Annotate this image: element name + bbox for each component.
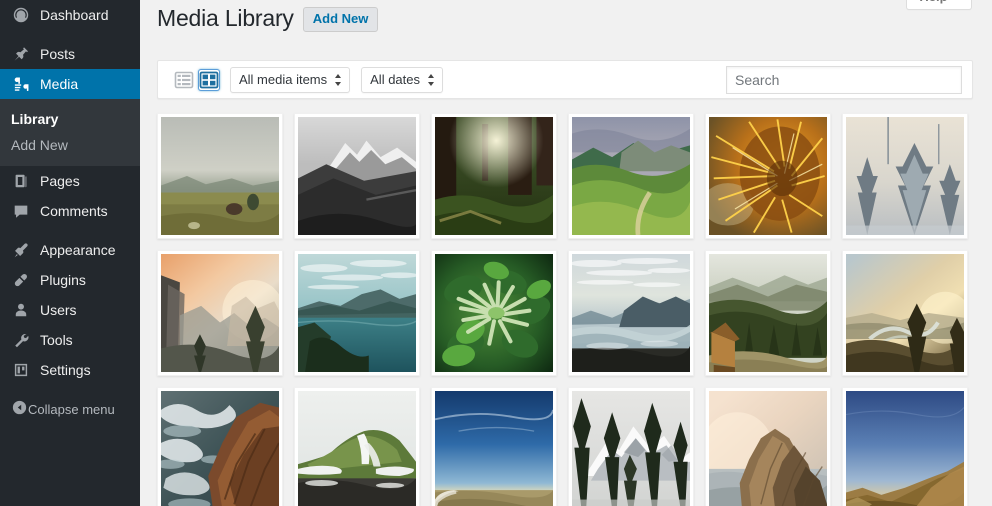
thumbnail-image [161, 254, 279, 372]
date-filter-value: All dates [370, 71, 421, 87]
sidebar-item-pages[interactable]: Pages [0, 166, 140, 196]
attachment-valley-sunset[interactable] [157, 250, 283, 376]
grid-view-icon [199, 71, 219, 88]
add-new-button[interactable]: Add New [302, 7, 379, 32]
thumbnail-image [709, 391, 827, 506]
sidebar-separator [0, 226, 140, 235]
sidebar-separator [0, 30, 140, 39]
page-title-row: Media Library Add New [157, 4, 379, 33]
admin-sidebar: Dashboard Posts Media Library Add New Pa… [0, 0, 148, 506]
collapse-menu-label: Collapse menu [28, 401, 115, 417]
grid-view-button[interactable] [199, 70, 219, 90]
sidebar-item-label: Settings [40, 362, 91, 378]
attachment-river-sunset[interactable] [842, 250, 968, 376]
date-filter[interactable]: All dates [361, 66, 444, 93]
plug-icon [11, 270, 31, 290]
attachment-coast-cliff[interactable] [705, 387, 831, 506]
submenu-item-add-new[interactable]: Add New [0, 132, 140, 158]
search-input[interactable] [726, 65, 962, 94]
screen-meta-links: Help [906, 0, 972, 10]
thumbnail-image [298, 254, 416, 372]
comment-icon [11, 201, 31, 221]
select-arrows-icon [334, 73, 342, 86]
user-icon [11, 300, 31, 320]
sidebar-item-users[interactable]: Users [0, 295, 140, 325]
thumbnail-image [709, 254, 827, 372]
media-toolbar: All media items All dates [157, 60, 973, 99]
sidebar-item-tools[interactable]: Tools [0, 325, 140, 355]
sidebar-item-label: Tools [40, 332, 73, 348]
thumbnail-image [846, 117, 964, 235]
attachment-sea-rocks[interactable] [157, 387, 283, 506]
thumbnail-image [572, 117, 690, 235]
attachment-prairie-road[interactable] [431, 387, 557, 506]
attachment-green-plant[interactable] [431, 250, 557, 376]
sidebar-item-dashboard[interactable]: Dashboard [0, 0, 140, 30]
attachment-forest-cabin[interactable] [705, 250, 831, 376]
sidebar-item-label: Users [40, 302, 77, 318]
sidebar-item-label: Appearance [40, 242, 116, 258]
sidebar-item-appearance[interactable]: Appearance [0, 235, 140, 265]
wrench-icon [11, 330, 31, 350]
media-grid [157, 113, 992, 506]
help-label: Help [919, 0, 947, 4]
page-icon [11, 171, 31, 191]
sidebar-item-label: Pages [40, 173, 80, 189]
thumbnail-image [161, 117, 279, 235]
attachment-prairie-storm[interactable] [157, 113, 283, 239]
sidebar-item-plugins[interactable]: Plugins [0, 265, 140, 295]
thumbnail-image [572, 254, 690, 372]
list-view-icon [174, 71, 194, 88]
sidebar-item-label: Dashboard [40, 7, 109, 23]
attachment-grey-mountain[interactable] [294, 113, 420, 239]
page-title: Media Library [157, 5, 294, 31]
sidebar-item-posts[interactable]: Posts [0, 39, 140, 69]
attachment-green-ridge[interactable] [568, 113, 694, 239]
thumbnail-image [161, 391, 279, 506]
help-tab-button[interactable]: Help [906, 0, 972, 10]
attachment-snow-hill[interactable] [294, 387, 420, 506]
media-icon [11, 74, 31, 94]
attachment-golden-spines[interactable] [705, 113, 831, 239]
sidebar-item-media[interactable]: Media [0, 69, 148, 99]
collapse-menu-button[interactable]: Collapse menu [0, 394, 140, 424]
sidebar-separator [0, 385, 140, 394]
wp-admin-screen: Dashboard Posts Media Library Add New Pa… [0, 0, 992, 506]
admin-content: Help Media Library Add New [140, 0, 992, 506]
submenu-item-library[interactable]: Library [0, 106, 140, 132]
settings-icon [11, 360, 31, 380]
thumbnail-image [298, 391, 416, 506]
thumbnail-image [435, 254, 553, 372]
sidebar-item-comments[interactable]: Comments [0, 196, 140, 226]
select-arrows-icon [427, 73, 435, 86]
sidebar-item-label: Comments [40, 203, 108, 219]
list-view-button[interactable] [174, 70, 194, 90]
media-type-filter[interactable]: All media items [230, 66, 351, 93]
attachment-sunlit-forest[interactable] [431, 113, 557, 239]
thumbnail-image [846, 254, 964, 372]
attachment-frosted-pines[interactable] [842, 113, 968, 239]
sidebar-item-label: Media [40, 76, 79, 92]
media-type-filter-value: All media items [239, 71, 328, 87]
view-switch [174, 70, 219, 90]
thumbnail-image [435, 391, 553, 506]
thumbnail-image [846, 391, 964, 506]
media-submenu: Library Add New [0, 99, 140, 166]
collapse-arrow-icon [11, 399, 28, 419]
attachment-teal-lake[interactable] [294, 250, 420, 376]
sidebar-item-label: Posts [40, 46, 76, 62]
attachment-misty-valley[interactable] [568, 250, 694, 376]
attachment-snowy-peaks[interactable] [568, 387, 694, 506]
sidebar-item-label: Plugins [40, 272, 86, 288]
thumbnail-image [709, 117, 827, 235]
thumbnail-image [298, 117, 416, 235]
thumbnail-image [572, 391, 690, 506]
sidebar-item-settings[interactable]: Settings [0, 355, 140, 385]
dashboard-icon [11, 5, 31, 25]
thumbnail-image [435, 117, 553, 235]
pin-icon [11, 44, 31, 64]
brush-icon [11, 240, 31, 260]
attachment-blue-hills[interactable] [842, 387, 968, 506]
